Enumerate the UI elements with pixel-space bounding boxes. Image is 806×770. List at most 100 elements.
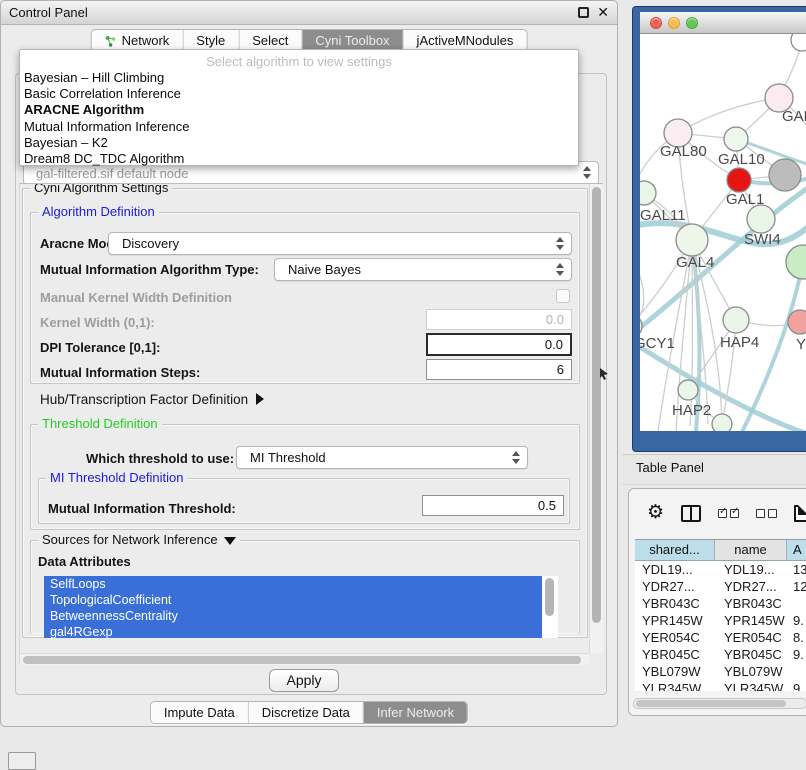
algorithm-option[interactable]: Basic Correlation Inference	[20, 86, 578, 102]
combo-arrows-icon	[556, 263, 565, 276]
minimize-traffic-light-icon[interactable]	[668, 17, 680, 29]
apply-button[interactable]: Apply	[269, 669, 339, 692]
mi-steps-field[interactable]: 6	[426, 359, 572, 380]
which-threshold-value: MI Threshold	[250, 450, 326, 465]
gear-icon[interactable]: ⚙	[647, 503, 664, 523]
node-GAL11[interactable]	[640, 181, 656, 205]
manual-kernel-width-checkbox[interactable]	[556, 289, 570, 303]
node-GAL10[interactable]	[724, 127, 748, 151]
mi-algorithm-type-label: Mutual Information Algorithm Type:	[40, 262, 259, 277]
tab-cyni-toolbox[interactable]: Cyni Toolbox	[301, 30, 402, 51]
attribute-item[interactable]: BetweennessCentrality	[44, 608, 542, 624]
settings-horizontal-scrollbar[interactable]	[20, 653, 589, 665]
kernel-width-field[interactable]: 0.0	[426, 309, 572, 330]
algorithm-option[interactable]: Dream8 DC_TDC Algorithm	[20, 151, 578, 167]
algorithm-dropdown: Select algorithm to view settings Bayesi…	[19, 49, 579, 166]
tab-jactivemnodules[interactable]: jActiveMNodules	[403, 30, 527, 51]
algorithm-option[interactable]: Bayesian – Hill Climbing	[20, 70, 578, 86]
expand-arrow-icon[interactable]	[256, 393, 264, 405]
algorithm-option[interactable]: Mutual Information Inference	[20, 119, 578, 135]
data-attributes-label: Data Attributes	[38, 554, 131, 569]
aracne-mode-combo[interactable]: Discovery	[108, 232, 572, 255]
columns-icon[interactable]	[681, 505, 701, 522]
network-canvas[interactable]: GAL GAL80 GAL10 GAL1 GAL11 SWI4 GAL4 GCY…	[640, 34, 806, 431]
attribute-item[interactable]: TopologicalCoefficient	[44, 592, 542, 608]
table-horizontal-scrollbar[interactable]	[633, 698, 806, 709]
table-row[interactable]: YBR043CYBR043C	[635, 595, 806, 612]
node-label: Y	[796, 336, 806, 353]
tab-infer-network[interactable]: Infer Network	[363, 702, 467, 723]
zoom-traffic-light-icon[interactable]	[686, 17, 698, 29]
node-HAP4[interactable]	[723, 307, 749, 333]
dpi-tolerance-field[interactable]: 0.0	[426, 333, 572, 356]
node-SWI4[interactable]	[747, 205, 775, 233]
table-row[interactable]: YDL19...YDL19...13	[635, 561, 806, 578]
network-window-titlebar	[640, 12, 806, 34]
tab-impute-data[interactable]: Impute Data	[151, 702, 248, 723]
tab-label: Infer Network	[377, 705, 454, 720]
node-HAP2[interactable]	[678, 380, 698, 400]
group-title: Sources for Network Inference	[38, 532, 240, 547]
table-row[interactable]: YBL079WYBL079W	[635, 663, 806, 680]
group-title: Threshold Definition	[38, 416, 162, 431]
node-GAL1[interactable]	[727, 168, 751, 192]
which-threshold-combo[interactable]: MI Threshold	[236, 446, 528, 469]
algorithm-option[interactable]: Bayesian – K2	[20, 135, 578, 151]
mi-threshold-field[interactable]: 0.5	[422, 495, 564, 516]
float-window-icon[interactable]	[578, 7, 589, 18]
node-green-right[interactable]	[786, 245, 806, 279]
mi-steps-label: Mutual Information Steps:	[40, 365, 200, 380]
tab-style[interactable]: Style	[182, 30, 238, 51]
attribute-item[interactable]: gal4RGexp	[44, 624, 542, 638]
sources-title: Sources for Network Inference	[42, 532, 218, 547]
tab-discretize-data[interactable]: Discretize Data	[248, 702, 363, 723]
control-panel-window: Control Panel ✕ Network Style Select Cyn…	[0, 0, 618, 727]
hub-definition-header[interactable]: Hub/Transcription Factor Definition	[40, 392, 264, 407]
attribute-item[interactable]: SelfLoops	[44, 576, 542, 592]
tab-label: Impute Data	[164, 705, 235, 720]
node-GAL4[interactable]	[676, 224, 708, 256]
node-label: HAP4	[720, 334, 759, 351]
table-panel-title: Table Panel	[636, 460, 704, 475]
tab-select[interactable]: Select	[238, 30, 301, 51]
docked-panel-icon[interactable]	[8, 752, 36, 770]
close-traffic-light-icon[interactable]	[650, 17, 662, 29]
attribute-list-scrollbar[interactable]	[542, 576, 558, 638]
node-salmon-right[interactable]	[788, 310, 806, 334]
node-label: GAL10	[718, 151, 765, 168]
table-row[interactable]: YBR045CYBR045C9.	[635, 646, 806, 663]
algorithm-option-selected[interactable]: ARACNE Algorithm	[20, 102, 578, 118]
table-row[interactable]: YER054CYER054C8.	[635, 629, 806, 646]
deselect-all-checks-icon[interactable]	[756, 509, 777, 518]
mi-algorithm-type-combo[interactable]: Naive Bayes	[274, 258, 572, 281]
combo-arrows-icon	[556, 237, 565, 250]
tab-label: jActiveMNodules	[417, 33, 514, 48]
node-label: SWI4	[744, 231, 781, 248]
column-header-partial[interactable]: A	[787, 540, 806, 560]
node-unlabeled-top[interactable]	[791, 34, 806, 51]
dpi-tolerance-label: DPI Tolerance [0,1]:	[40, 340, 160, 355]
mi-threshold-label: Mutual Information Threshold:	[48, 501, 236, 516]
kernel-width-label: Kernel Width (0,1):	[40, 315, 155, 330]
node-gray-unlabeled[interactable]	[769, 159, 801, 191]
settings-vertical-scrollbar[interactable]	[589, 184, 603, 653]
manual-kernel-width-label: Manual Kernel Width Definition	[40, 290, 232, 305]
tab-network[interactable]: Network	[92, 30, 183, 51]
group-title: MI Threshold Definition	[46, 470, 187, 485]
hub-definition-label: Hub/Transcription Factor Definition	[40, 392, 248, 407]
table-row[interactable]: YPR145WYPR145W9.	[635, 612, 806, 629]
network-icon	[105, 35, 117, 47]
table-row[interactable]: YDR27...YDR27...12	[635, 578, 806, 595]
column-header-name[interactable]: name	[715, 540, 787, 560]
node-unlabeled-bottom[interactable]	[712, 414, 732, 431]
select-all-checks-icon[interactable]	[718, 509, 739, 518]
network-graph	[640, 34, 806, 431]
collapse-arrow-icon[interactable]	[224, 537, 236, 545]
export-table-icon[interactable]	[794, 505, 806, 522]
close-icon[interactable]: ✕	[597, 7, 609, 18]
network-view-window: GAL GAL80 GAL10 GAL1 GAL11 SWI4 GAL4 GCY…	[632, 6, 806, 452]
cyni-bottom-tabbar: Impute Data Discretize Data Infer Networ…	[150, 701, 468, 724]
column-header-shared-name[interactable]: shared...	[635, 540, 715, 560]
table-row[interactable]: YLR345WYLR345W9.	[635, 680, 806, 691]
mouse-cursor	[600, 368, 610, 380]
